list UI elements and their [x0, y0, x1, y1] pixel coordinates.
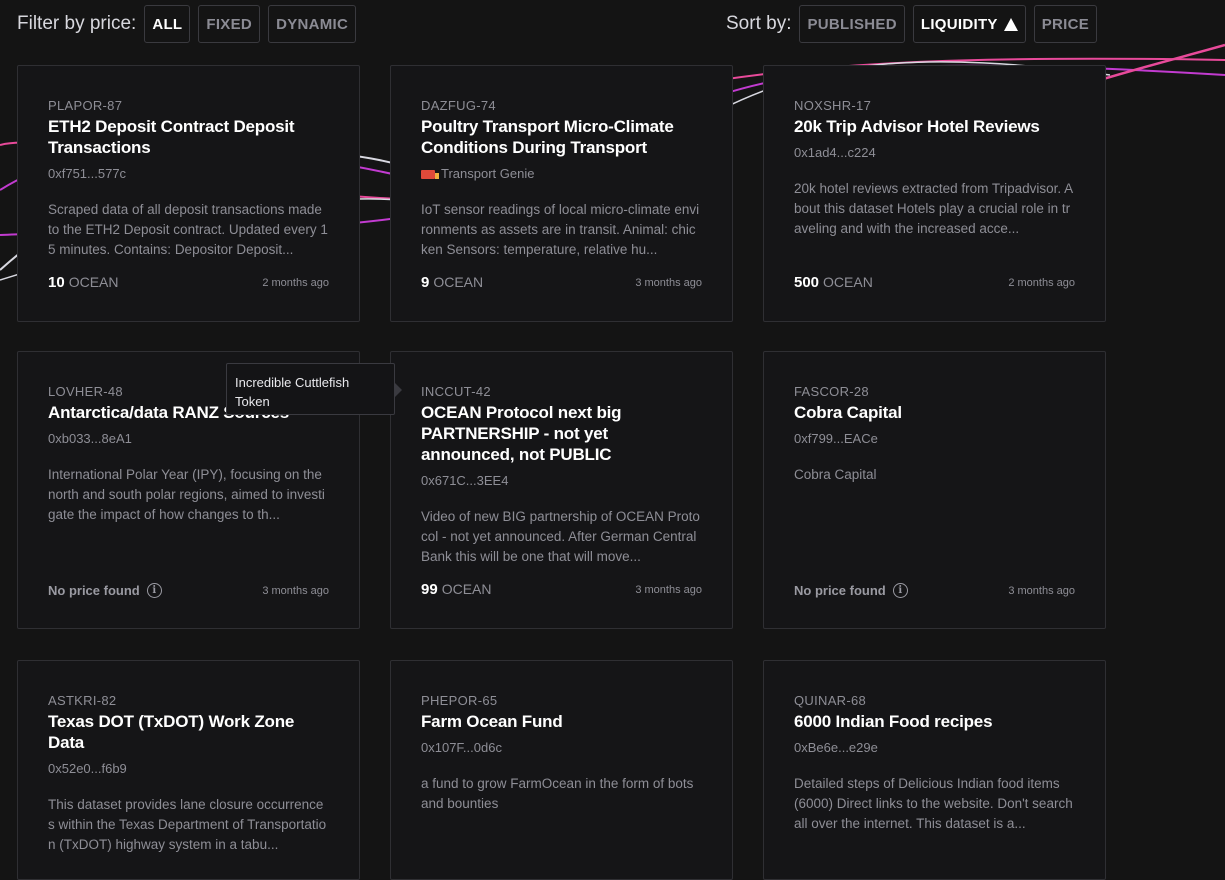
sort-liquidity-label: LIQUIDITY: [920, 15, 998, 33]
asset-symbol: PHEPOR-65: [421, 693, 498, 708]
sort-ascending-icon: [1003, 17, 1018, 31]
asset-card[interactable]: INCCUT-42 OCEAN Protocol next big PARTNE…: [390, 351, 733, 629]
no-price-label: No price found i: [794, 583, 908, 598]
asset-price: 99 OCEAN: [421, 581, 491, 598]
asset-card[interactable]: FASCOR-28 Cobra Capital 0xf799...EACe Co…: [763, 351, 1106, 629]
asset-published-time: 3 months ago: [262, 584, 329, 597]
asset-footer: No price found i 3 months ago: [48, 583, 329, 598]
asset-symbol: FASCOR-28: [794, 384, 869, 399]
asset-title: Farm Ocean Fund: [421, 712, 563, 731]
info-icon[interactable]: i: [892, 583, 908, 598]
asset-symbol: NOXSHR-17: [794, 98, 872, 113]
price-value: 9: [421, 274, 430, 291]
owner-name: Transport Genie: [441, 166, 535, 181]
asset-symbol: ASTKRI-82: [48, 693, 117, 708]
asset-symbol: DAZFUG-74: [421, 98, 496, 113]
sort-liquidity-button[interactable]: LIQUIDITY: [912, 5, 1026, 43]
asset-footer: 10 OCEAN 2 months ago: [48, 274, 329, 291]
asset-published-time: 3 months ago: [635, 276, 702, 289]
asset-owner: 0x671C...3EE4: [421, 473, 509, 488]
asset-card[interactable]: ASTKRI-82 Texas DOT (TxDOT) Work Zone Da…: [17, 660, 360, 880]
asset-card[interactable]: PHEPOR-65 Farm Ocean Fund 0x107F...0d6c …: [390, 660, 733, 880]
asset-owner: 0xb033...8eA1: [48, 431, 132, 446]
asset-title: Poultry Transport Micro-Climate Conditio…: [421, 117, 674, 157]
price-currency: OCEAN: [441, 581, 492, 597]
toolbar: Filter by price: ALL FIXED DYNAMIC Sort …: [0, 5, 1225, 47]
filter-all-button[interactable]: ALL: [144, 5, 191, 43]
asset-card[interactable]: QUINAR-68 6000 Indian Food recipes 0xBe6…: [763, 660, 1106, 880]
asset-price: 500 OCEAN: [794, 274, 873, 291]
asset-description: a fund to grow FarmOcean in the form of …: [421, 776, 694, 811]
asset-owner: 0x107F...0d6c: [421, 740, 502, 755]
asset-owner: 0xf751...577c: [48, 166, 127, 181]
asset-owner: 0x1ad4...c224: [794, 145, 876, 160]
sort-group: Sort by: PUBLISHED LIQUIDITY PRICE: [726, 5, 1098, 43]
asset-owner: 0x52e0...f6b9: [48, 761, 127, 776]
asset-title: Texas DOT (TxDOT) Work Zone Data: [48, 712, 295, 752]
price-value: 500: [794, 274, 820, 291]
asset-footer: 500 OCEAN 2 months ago: [794, 274, 1075, 291]
sort-published-button[interactable]: PUBLISHED: [799, 5, 905, 43]
asset-card[interactable]: PLAPOR-87 ETH2 Deposit Contract Deposit …: [17, 65, 360, 322]
asset-description: Video of new BIG partnership of OCEAN Pr…: [421, 509, 700, 564]
asset-description: Detailed steps of Delicious Indian food …: [794, 776, 1073, 831]
asset-title: 6000 Indian Food recipes: [794, 712, 993, 731]
filter-label: Filter by price:: [17, 13, 137, 34]
asset-title: Cobra Capital: [794, 403, 902, 422]
no-price-text: No price found: [794, 583, 886, 598]
asset-symbol: PLAPOR-87: [48, 98, 123, 113]
asset-description: This dataset provides lane closure occur…: [48, 797, 327, 852]
price-value: 10: [48, 274, 65, 291]
asset-title: ETH2 Deposit Contract Deposit Transactio…: [48, 117, 295, 157]
price-currency: OCEAN: [823, 274, 873, 290]
sort-price-button[interactable]: PRICE: [1033, 5, 1098, 43]
asset-price: 10 OCEAN: [48, 274, 118, 291]
asset-symbol: INCCUT-42: [421, 384, 491, 399]
price-value: 99: [421, 581, 438, 598]
asset-description: International Polar Year (IPY), focusing…: [48, 467, 325, 522]
price-currency: OCEAN: [68, 274, 119, 290]
asset-owner: Transport Genie: [421, 166, 702, 182]
asset-footer: 9 OCEAN 3 months ago: [421, 274, 702, 291]
filter-dynamic-button[interactable]: DYNAMIC: [268, 5, 357, 43]
asset-owner: 0xBe6e...e29e: [794, 740, 878, 755]
truck-icon: [421, 170, 439, 179]
no-price-label: No price found i: [48, 583, 162, 598]
asset-footer: No price found i 3 months ago: [794, 583, 1075, 598]
price-currency: OCEAN: [433, 274, 484, 290]
asset-description: 20k hotel reviews extracted from Tripadv…: [794, 181, 1074, 236]
asset-description: Cobra Capital: [794, 467, 877, 482]
sort-label: Sort by:: [726, 13, 792, 34]
asset-published-time: 3 months ago: [1008, 584, 1075, 597]
token-name-tooltip: Incredible Cuttlefish Token: [226, 363, 402, 415]
asset-card[interactable]: DAZFUG-74 Poultry Transport Micro-Climat…: [390, 65, 733, 322]
asset-published-time: 2 months ago: [262, 276, 329, 289]
asset-price: 9 OCEAN: [421, 274, 483, 291]
asset-description: Scraped data of all deposit transactions…: [48, 202, 328, 257]
asset-owner: 0xf799...EACe: [794, 431, 878, 446]
asset-published-time: 2 months ago: [1008, 276, 1075, 289]
asset-footer: 99 OCEAN 3 months ago: [421, 581, 702, 598]
asset-card[interactable]: NOXSHR-17 20k Trip Advisor Hotel Reviews…: [763, 65, 1106, 322]
no-price-text: No price found: [48, 583, 140, 598]
filter-fixed-button[interactable]: FIXED: [198, 5, 261, 43]
info-icon[interactable]: i: [146, 583, 162, 598]
asset-title: OCEAN Protocol next big PARTNERSHIP - no…: [421, 403, 622, 464]
asset-symbol: QUINAR-68: [794, 693, 867, 708]
asset-description: IoT sensor readings of local micro-clima…: [421, 202, 700, 257]
asset-title: 20k Trip Advisor Hotel Reviews: [794, 117, 1040, 136]
asset-published-time: 3 months ago: [635, 583, 702, 596]
price-filter-group: Filter by price: ALL FIXED DYNAMIC: [17, 5, 357, 43]
